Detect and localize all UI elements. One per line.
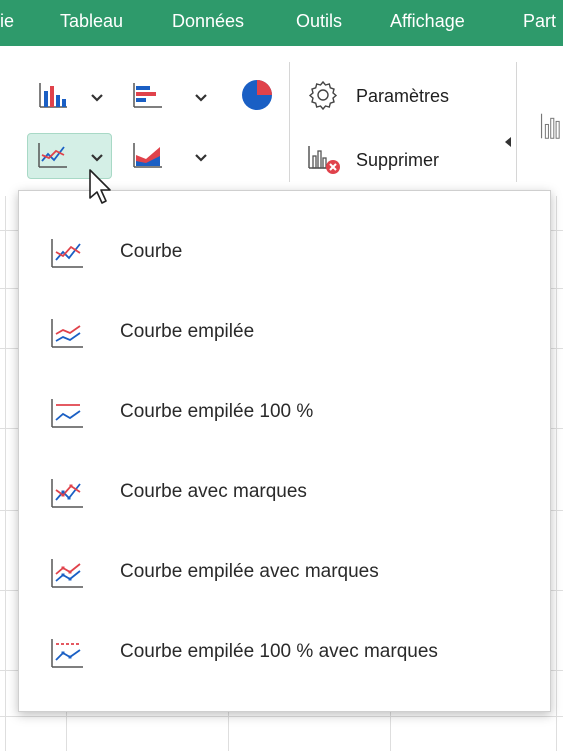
- bar-chart-icon[interactable]: [131, 80, 165, 110]
- column-chart-icon[interactable]: [36, 80, 70, 110]
- chevron-down-icon[interactable]: [193, 90, 209, 106]
- line-chart-dropdown-menu: Courbe Courbe empilée Courbe empilée 100…: [18, 190, 551, 712]
- area-chart-icon[interactable]: [131, 140, 165, 170]
- stacked-line-markers-chart-icon: [51, 559, 83, 588]
- menu-item-label: Courbe empilée: [120, 321, 255, 342]
- chevron-down-icon[interactable]: [193, 150, 209, 166]
- supprimer-button-label[interactable]: Supprimer: [356, 150, 439, 171]
- line-markers-chart-icon: [51, 479, 83, 508]
- grid-line: [556, 196, 557, 751]
- line-chart-icon[interactable]: [36, 140, 70, 170]
- ribbon-separator: [516, 62, 517, 182]
- menu-item-label: Courbe avec marques: [120, 481, 307, 502]
- menu-item-courbe-avec-marques[interactable]: Courbe avec marques: [19, 453, 550, 533]
- menu-item-courbe-empilee-100-avec-marques[interactable]: Courbe empilée 100 % avec marques: [19, 613, 550, 693]
- grid-line: [5, 196, 6, 751]
- gear-icon[interactable]: [306, 78, 340, 112]
- grid-line: [0, 716, 563, 717]
- menu-item-courbe[interactable]: Courbe: [19, 213, 550, 293]
- chevron-down-icon[interactable]: [89, 150, 105, 166]
- menu-item-courbe-empilee-100[interactable]: Courbe empilée 100 %: [19, 373, 550, 453]
- stacked-100-line-markers-chart-icon: [51, 639, 83, 668]
- ribbon-separator: [289, 62, 290, 182]
- menu-item-label: Courbe empilée 100 %: [120, 401, 314, 422]
- menu-item-label: Courbe: [120, 241, 183, 262]
- parametres-button-label[interactable]: Paramètres: [356, 86, 449, 107]
- menu-item-courbe-empilee[interactable]: Courbe empilée: [19, 293, 550, 373]
- menu-item-tableau[interactable]: Tableau: [60, 11, 123, 32]
- stacked-line-chart-icon: [51, 319, 83, 348]
- chevron-down-icon[interactable]: [89, 90, 105, 106]
- chart-icon-partial[interactable]: [540, 104, 563, 148]
- delete-chart-icon[interactable]: [306, 142, 342, 176]
- mouse-pointer-icon: [89, 169, 111, 204]
- menu-item-partial-right[interactable]: Part: [523, 11, 556, 32]
- menu-item-label: Courbe empilée avec marques: [120, 561, 379, 582]
- menu-item-courbe-empilee-avec-marques[interactable]: Courbe empilée avec marques: [19, 533, 550, 613]
- menu-item-label: Courbe empilée 100 % avec marques: [120, 641, 438, 662]
- menu-item-affichage[interactable]: Affichage: [390, 11, 465, 32]
- collapse-arrow-icon[interactable]: [504, 137, 512, 147]
- menu-bar: ie Tableau Données Outils Affichage Part: [0, 0, 563, 46]
- stacked-100-line-chart-icon: [51, 399, 83, 428]
- pie-chart-icon[interactable]: [240, 78, 274, 112]
- ribbon: Paramètres Supprimer: [0, 46, 563, 223]
- line-chart-icon: [51, 239, 83, 268]
- menu-item-partial-left[interactable]: ie: [0, 11, 14, 32]
- menu-item-outils[interactable]: Outils: [296, 11, 342, 32]
- menu-item-donnees[interactable]: Données: [172, 11, 244, 32]
